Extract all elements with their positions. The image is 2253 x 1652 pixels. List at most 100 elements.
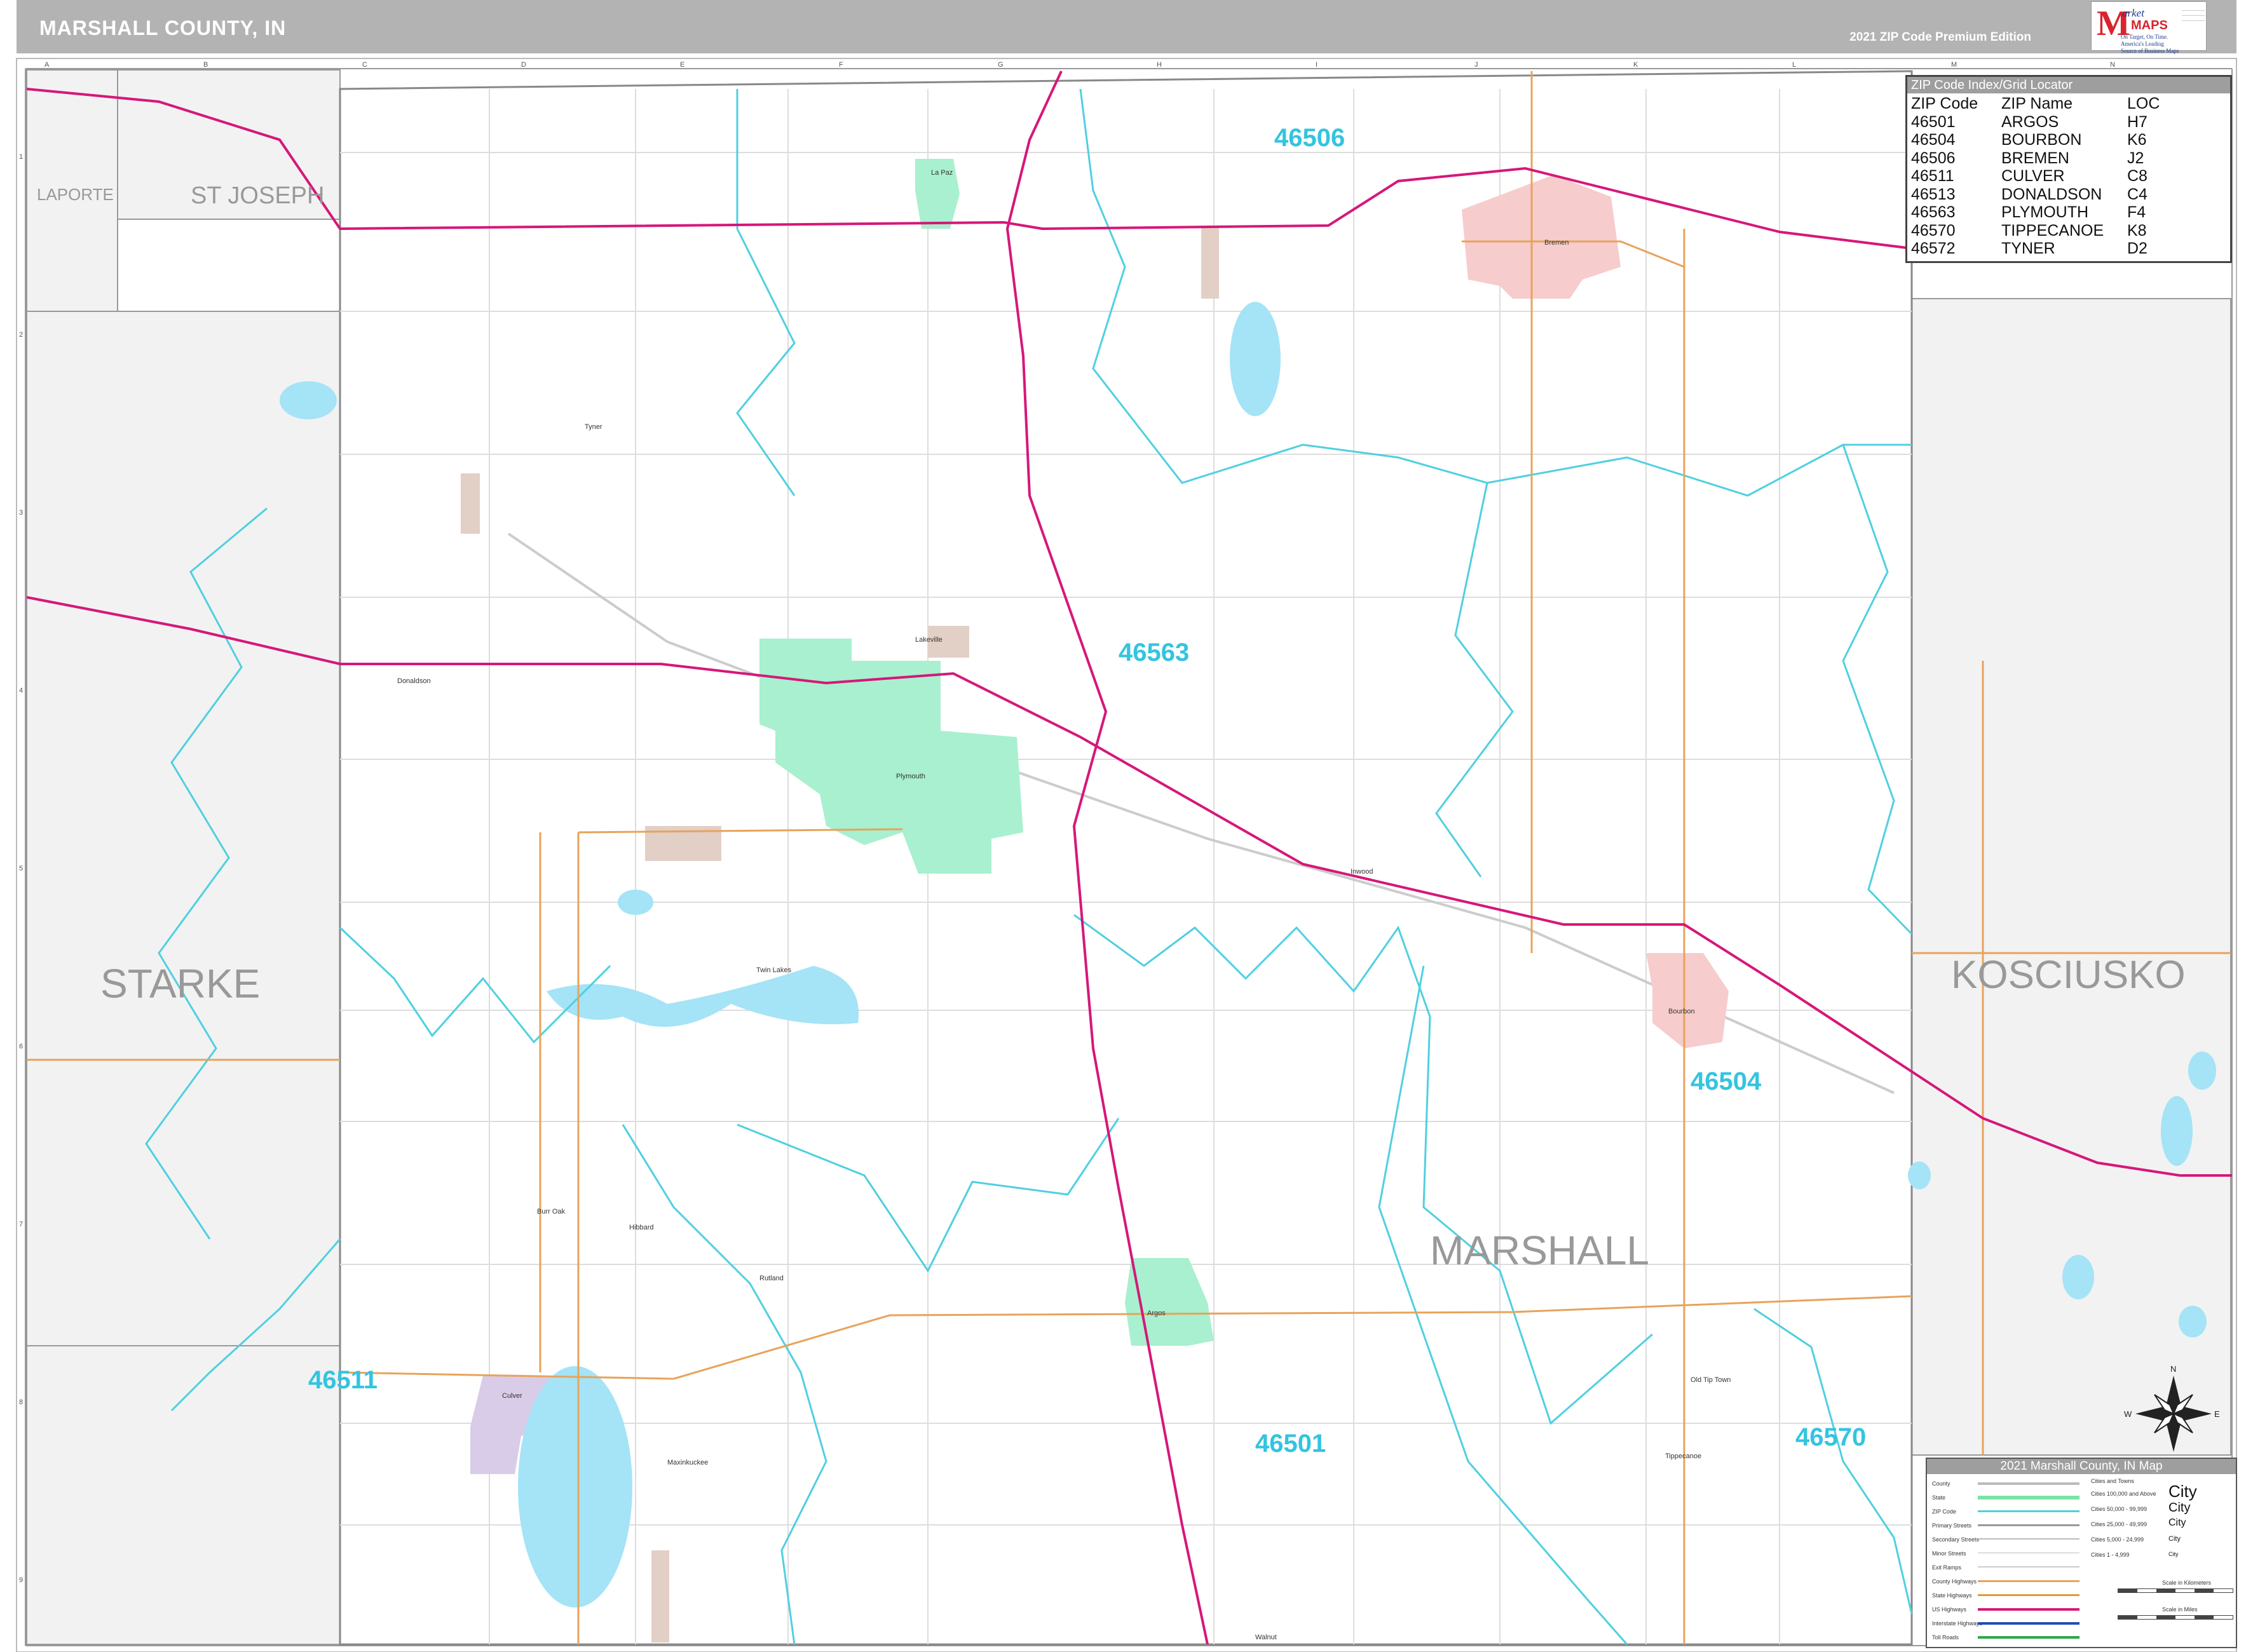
table-row: 46513 DONALDSON C4 <box>1911 186 2160 204</box>
grid-col-a: A <box>44 61 50 69</box>
zip-code-cell: 46504 <box>1911 131 1956 149</box>
zip-name-cell: ARGOS <box>2001 112 2059 131</box>
table-row: 46506 BREMEN J2 <box>1911 149 2160 168</box>
place-label-maxinkuckee: Maxinkuckee <box>667 1459 708 1466</box>
place-label-inwood: Inwood <box>1351 868 1373 876</box>
culver-golf-area <box>651 1550 669 1642</box>
table-row: 46572 TYNER D2 <box>1911 240 2160 258</box>
zip-code-cell: 46506 <box>1911 149 1956 167</box>
county-label-kosciusko: KOSCIUSKO <box>1951 953 2186 997</box>
zip-index-header-row: ZIP Code ZIP Name LOC <box>1911 95 2160 113</box>
place-label-argos: Argos <box>1147 1310 1166 1317</box>
zip-code-cell: 46572 <box>1911 240 1956 257</box>
legend-swatch-state <box>1978 1496 2079 1500</box>
grid-col-c: C <box>362 61 367 69</box>
legend-city-class-1: Cities 100,000 and Above <box>2091 1491 2156 1497</box>
legend-swatch-minor <box>1978 1552 2079 1554</box>
zip-index-col-zip: ZIP Code <box>1911 95 1978 112</box>
zip-label-46506: 46506 <box>1274 124 1345 152</box>
place-label-plymouth: Plymouth <box>896 773 925 780</box>
legend-swatch-county-hwy <box>1978 1580 2079 1582</box>
grid-row-5: 5 <box>19 865 23 872</box>
grid-col-m: M <box>1951 61 1957 69</box>
grid-col-b: B <box>203 61 208 69</box>
county-label-starke: STARKE <box>100 961 260 1006</box>
place-label-burr-oak: Burr Oak <box>537 1208 566 1215</box>
legend-title: 2021 Marshall County, IN Map <box>1927 1459 2236 1474</box>
grid-row-6: 6 <box>19 1043 23 1050</box>
compass-e-label: E <box>2214 1409 2220 1419</box>
legend-scale-km-bar <box>2118 1588 2233 1593</box>
zip-loc-cell: J2 <box>2127 149 2144 167</box>
table-row: 46563 PLYMOUTH F4 <box>1911 203 2160 222</box>
grid-row-2: 2 <box>19 331 23 339</box>
small-lake-2 <box>1908 1161 1931 1189</box>
lake-myers <box>1230 302 1281 416</box>
compass-n-label: N <box>2170 1364 2176 1374</box>
small-lake-1 <box>618 890 653 915</box>
zip-label-46563: 46563 <box>1119 639 1189 667</box>
grid-row-8: 8 <box>19 1398 23 1406</box>
zip-index-col-name: ZIP Name <box>2001 95 2073 112</box>
zip-index-col-loc: LOC <box>2127 95 2160 112</box>
legend-swatch-county <box>1978 1482 2079 1485</box>
table-row: 46570 TIPPECANOE K8 <box>1911 222 2160 240</box>
place-label-rutland: Rutland <box>759 1275 784 1282</box>
legend-city-sample-1: City <box>2168 1482 2197 1501</box>
legend-city-class-4: Cities 5,000 - 24,999 <box>2091 1536 2144 1543</box>
compass-w-label: W <box>2124 1409 2132 1419</box>
zip-name-cell: PLYMOUTH <box>2001 203 2089 221</box>
zip-code-index: ZIP Code Index/Grid Locator ZIP Code ZIP… <box>1905 75 2232 263</box>
grid-col-k: K <box>1633 61 1638 69</box>
legend-item-minor: Minor Streets <box>1932 1550 1966 1557</box>
grid-row-1: 1 <box>19 153 23 161</box>
zip-code-cell: 46563 <box>1911 203 1956 221</box>
table-row: 46501 ARGOS H7 <box>1911 113 2160 132</box>
legend-city-class-3: Cities 25,000 - 49,999 <box>2091 1521 2147 1527</box>
grid-row-7: 7 <box>19 1221 23 1228</box>
legend-city-sample-5: City <box>2168 1551 2179 1557</box>
county-label-st-joseph: ST JOSEPH <box>191 182 324 209</box>
zip-loc-cell: K6 <box>2127 131 2147 149</box>
legend-swatch-secondary <box>1978 1538 2079 1540</box>
table-row: 46511 CULVER C8 <box>1911 167 2160 186</box>
county-label-marshall: MARSHALL <box>1430 1228 1649 1273</box>
zip-loc-cell: H7 <box>2127 112 2147 131</box>
legend-city-class-2: Cities 50,000 - 99,999 <box>2091 1506 2147 1512</box>
zip-code-cell: 46570 <box>1911 221 1956 240</box>
place-label-bremen: Bremen <box>1544 239 1569 247</box>
legend-cities-title: Cities and Towns <box>2091 1478 2134 1484</box>
map-legend: 2021 Marshall County, IN Map County Stat… <box>1926 1458 2237 1648</box>
grid-row-4: 4 <box>19 687 23 694</box>
place-label-la-paz: La Paz <box>931 169 953 177</box>
legend-swatch-primary <box>1978 1524 2079 1526</box>
grid-col-j: J <box>1474 61 1478 69</box>
legend-swatch-interstate <box>1978 1622 2079 1625</box>
legend-swatch-state-hwy <box>1978 1594 2079 1596</box>
zip-loc-cell: K8 <box>2127 221 2147 240</box>
place-label-culver: Culver <box>502 1392 522 1400</box>
zip-index-table: ZIP Code ZIP Name LOC 46501 ARGOS H7 465… <box>1911 95 2160 258</box>
kosciusko-lake-1 <box>2161 1096 2193 1166</box>
zip-name-cell: BREMEN <box>2001 149 2069 167</box>
place-label-lakeville: Lakeville <box>915 636 943 644</box>
zip-loc-cell: C4 <box>2127 185 2147 203</box>
place-label-tippecanoe: Tippecanoe <box>1665 1452 1701 1460</box>
grid-col-n: N <box>2110 61 2115 69</box>
grid-col-l: L <box>1792 61 1796 69</box>
grid-col-d: D <box>521 61 526 69</box>
county-label-laporte: LAPORTE <box>37 185 114 204</box>
legend-city-class-5: Cities 1 - 4,999 <box>2091 1552 2130 1558</box>
lake-maxinkuckee <box>518 1366 632 1608</box>
zip-name-cell: TYNER <box>2001 240 2055 257</box>
legend-city-sample-2: City <box>2168 1501 2191 1515</box>
grid-col-h: H <box>1157 61 1162 69</box>
zip-label-46511: 46511 <box>308 1366 378 1394</box>
zip-loc-cell: D2 <box>2127 240 2147 257</box>
zip-loc-cell: C8 <box>2127 167 2147 185</box>
kosciusko-lake-3 <box>2062 1255 2094 1299</box>
place-label-tyner: Tyner <box>585 423 602 431</box>
kosciusko-lake-2 <box>2188 1052 2216 1090</box>
donaldson-area <box>461 473 480 534</box>
zip-label-46504: 46504 <box>1691 1067 1762 1095</box>
